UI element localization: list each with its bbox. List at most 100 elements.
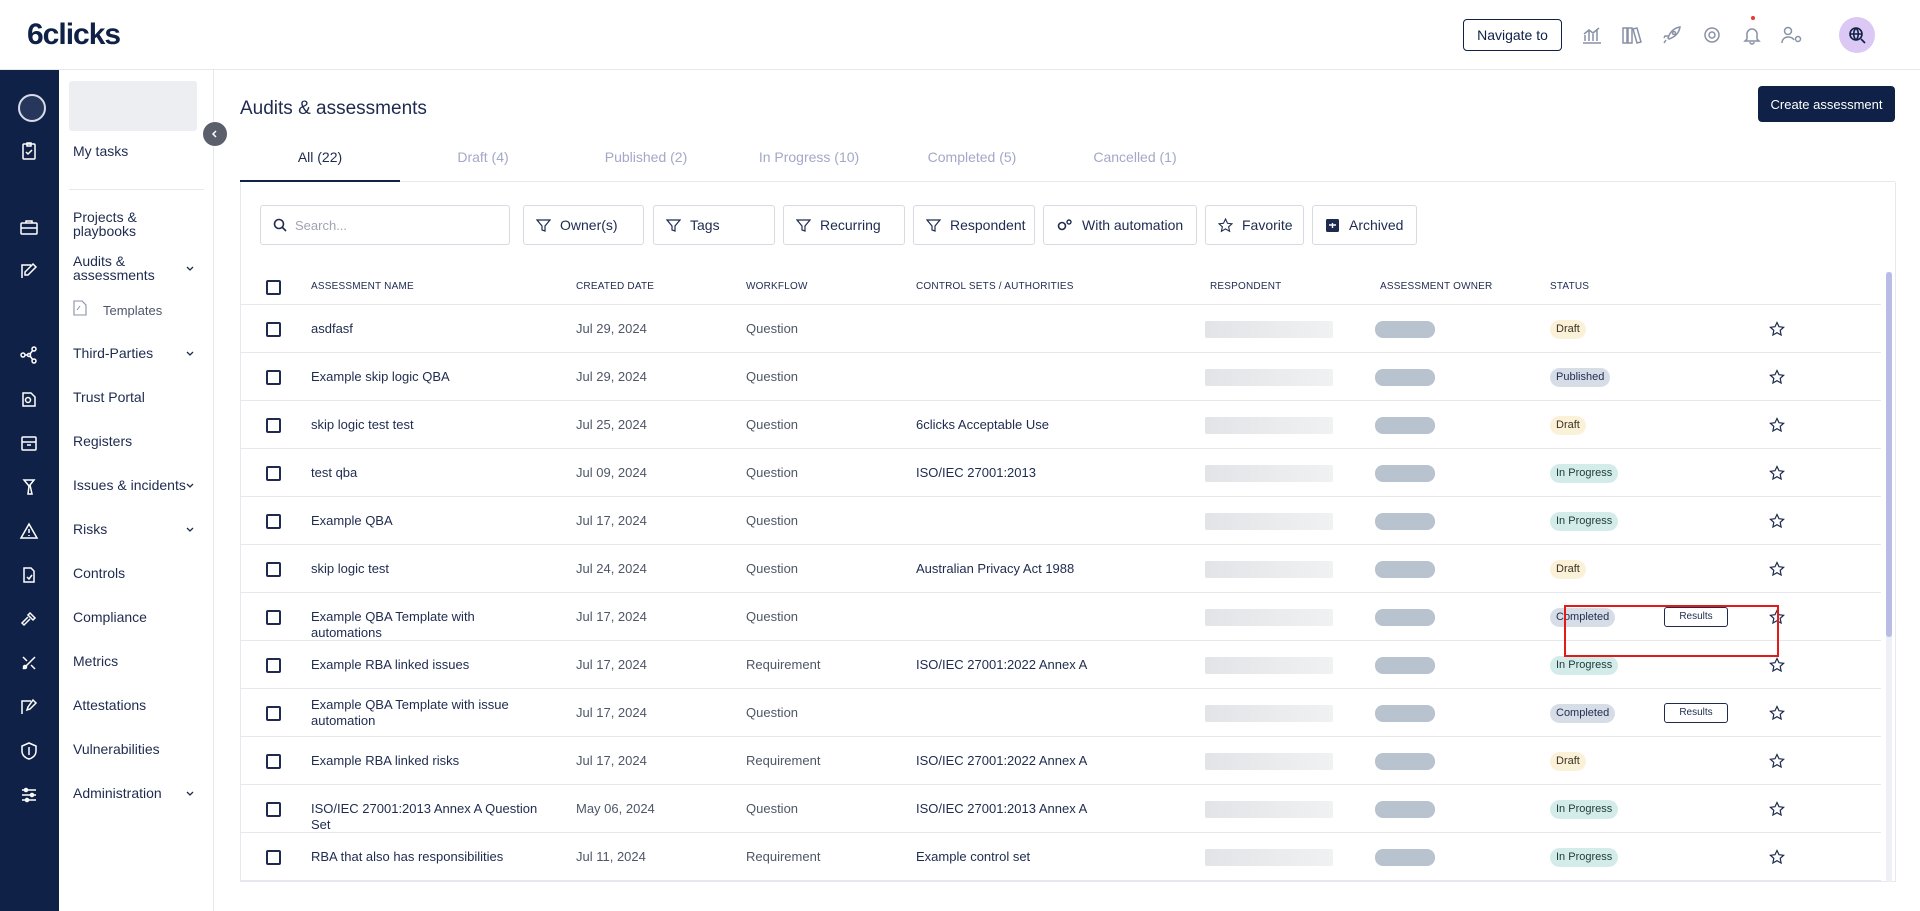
archived-filter-button[interactable]: Archived [1312, 205, 1417, 245]
favorite-star-icon[interactable] [1769, 513, 1785, 529]
network-icon[interactable] [16, 342, 42, 368]
assessment-name[interactable]: ISO/IEC 27001:2013 Annex A Question Set [311, 801, 541, 833]
assessment-name[interactable]: Example skip logic QBA [311, 369, 541, 385]
shield-icon[interactable] [16, 738, 42, 764]
favorite-star-icon[interactable] [1769, 657, 1785, 673]
chevron-down-icon[interactable] [185, 481, 195, 491]
column-header-name[interactable]: ASSESSMENT NAME [311, 281, 414, 292]
edit-icon[interactable] [16, 258, 42, 284]
sidebar-item-controls[interactable]: Controls [73, 566, 125, 580]
hammer-icon[interactable] [16, 606, 42, 632]
owner-filter-button[interactable]: Owner(s) [523, 205, 644, 245]
sidebar-item-trust-portal[interactable]: Trust Portal [73, 390, 145, 404]
favorite-star-icon[interactable] [1769, 321, 1785, 337]
sidebar-item-administration[interactable]: Administration [73, 786, 162, 800]
row-checkbox[interactable] [266, 610, 281, 625]
assessment-name[interactable]: Example QBA [311, 513, 541, 529]
favorite-filter-button[interactable]: Favorite [1205, 205, 1304, 245]
settings-sliders-icon[interactable] [16, 782, 42, 808]
create-assessment-button[interactable]: Create assessment [1758, 86, 1895, 122]
clipboard-icon[interactable] [16, 138, 42, 164]
table-row[interactable]: skip logic test test Jul 25, 2024 Question… [241, 401, 1881, 449]
attest-icon[interactable] [16, 694, 42, 720]
column-header-owner[interactable]: ASSESSMENT OWNER [1380, 281, 1492, 292]
chevron-down-icon[interactable] [185, 264, 195, 274]
sidebar-item-templates[interactable]: Templates [103, 304, 162, 318]
favorite-star-icon[interactable] [1769, 753, 1785, 769]
controls-icon[interactable] [16, 562, 42, 588]
sidebar-item-risks[interactable]: Risks [73, 522, 107, 536]
tags-filter-button[interactable]: Tags [653, 205, 775, 245]
chevron-down-icon[interactable] [185, 525, 195, 535]
row-checkbox[interactable] [266, 322, 281, 337]
library-icon[interactable] [1620, 20, 1644, 50]
owner-avatar-redacted[interactable] [1375, 465, 1435, 482]
navigate-to-button[interactable]: Navigate to [1463, 19, 1562, 51]
select-all-checkbox[interactable] [266, 280, 281, 295]
owner-avatar-redacted[interactable] [1375, 513, 1435, 530]
favorite-star-icon[interactable] [1769, 417, 1785, 433]
assessment-name[interactable]: Example QBA Template with automations [311, 609, 541, 641]
favorite-star-icon[interactable] [1769, 369, 1785, 385]
chart-icon[interactable] [1580, 20, 1604, 50]
rail-avatar[interactable] [18, 94, 46, 122]
sidebar-item-attestations[interactable]: Attestations [73, 698, 146, 712]
chevron-down-icon[interactable] [185, 349, 195, 359]
assessment-name[interactable]: Example QBA Template with issue automati… [311, 697, 541, 729]
sidebar-item-compliance[interactable]: Compliance [73, 610, 147, 624]
owner-avatar-redacted[interactable] [1375, 753, 1435, 770]
owner-avatar-redacted[interactable] [1375, 417, 1435, 434]
sidebar-item-registers[interactable]: Registers [73, 434, 132, 448]
row-checkbox[interactable] [266, 802, 281, 817]
sidebar-item-metrics[interactable]: Metrics [73, 654, 118, 668]
assessment-name[interactable]: skip logic test test [311, 417, 541, 433]
owner-avatar-redacted[interactable] [1375, 609, 1435, 626]
tab-published[interactable]: Published (2) [566, 144, 726, 182]
assessment-name[interactable]: Example RBA linked risks [311, 753, 541, 769]
table-row[interactable]: Example QBA Jul 17, 2024 Question In Progre… [241, 497, 1881, 545]
sidebar-item-projects[interactable]: Projects & playbooks [73, 210, 153, 238]
table-row[interactable]: Example skip logic QBA Jul 29, 2024 Questi… [241, 353, 1881, 401]
table-row[interactable]: ISO/IEC 27001:2013 Annex A Question Set M… [241, 785, 1881, 833]
issue-icon[interactable] [16, 474, 42, 500]
owner-avatar-redacted[interactable] [1375, 705, 1435, 722]
column-header-workflow[interactable]: WORKFLOW [746, 281, 808, 292]
row-checkbox[interactable] [266, 514, 281, 529]
owner-avatar-redacted[interactable] [1375, 801, 1435, 818]
sidebar-item-audits[interactable]: Audits & assessments [73, 254, 163, 282]
user-avatar[interactable] [1839, 17, 1875, 53]
favorite-star-icon[interactable] [1769, 849, 1785, 865]
table-row[interactable]: Example QBA Template with issue automati… [241, 689, 1881, 737]
owner-avatar-redacted[interactable] [1375, 321, 1435, 338]
tab-all[interactable]: All (22) [240, 144, 400, 182]
row-checkbox[interactable] [266, 370, 281, 385]
row-checkbox[interactable] [266, 658, 281, 673]
briefcase-icon[interactable] [16, 214, 42, 240]
table-scrollbar[interactable] [1886, 272, 1892, 882]
chevron-down-icon[interactable] [185, 789, 195, 799]
tab-completed[interactable]: Completed (5) [892, 144, 1052, 182]
recurring-filter-button[interactable]: Recurring [783, 205, 905, 245]
trust-icon[interactable] [16, 386, 42, 412]
row-checkbox[interactable] [266, 850, 281, 865]
logo[interactable]: 6clicks [27, 18, 121, 52]
tab-draft[interactable]: Draft (4) [403, 144, 563, 182]
tab-cancelled[interactable]: Cancelled (1) [1055, 144, 1215, 182]
favorite-star-icon[interactable] [1769, 465, 1785, 481]
assessment-name[interactable]: test qba [311, 465, 541, 481]
column-header-created[interactable]: CREATED DATE [576, 281, 654, 292]
assessment-name[interactable]: Example RBA linked issues [311, 657, 541, 673]
sidebar-item-my-tasks[interactable]: My tasks [73, 144, 128, 158]
owner-avatar-redacted[interactable] [1375, 849, 1435, 866]
assessment-name[interactable]: RBA that also has responsibilities [311, 849, 541, 865]
owner-avatar-redacted[interactable] [1375, 561, 1435, 578]
bell-icon[interactable] [1740, 16, 1764, 50]
column-header-controls[interactable]: CONTROL SETS / AUTHORITIES [916, 281, 1074, 292]
column-header-respondent[interactable]: RESPONDENT [1210, 281, 1281, 292]
rocket-icon[interactable] [1660, 20, 1684, 50]
search-box[interactable] [260, 205, 510, 245]
row-checkbox[interactable] [266, 562, 281, 577]
users-settings-icon[interactable] [1780, 20, 1804, 50]
table-row[interactable]: Example RBA linked risks Jul 17, 2024 Requ… [241, 737, 1881, 785]
sidebar-item-vulnerabilities[interactable]: Vulnerabilities [73, 742, 160, 756]
